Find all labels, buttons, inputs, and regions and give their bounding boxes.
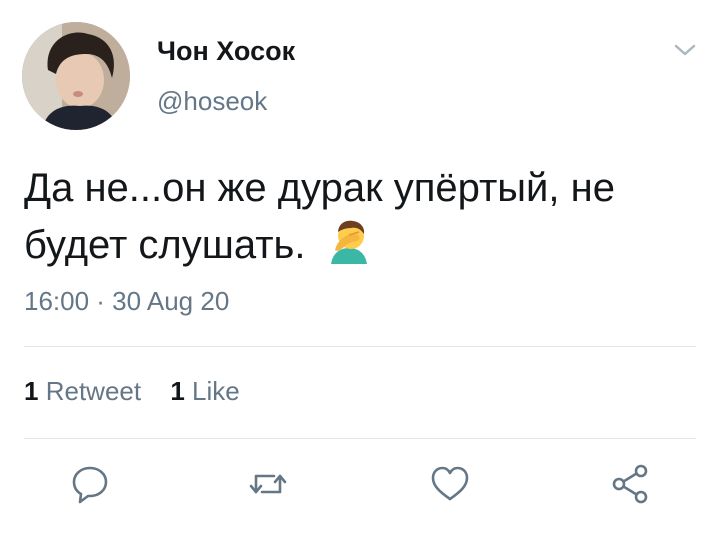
tweet-timestamp[interactable]: 16:00 · 30 Aug 20 xyxy=(24,286,229,317)
reply-icon[interactable] xyxy=(68,462,112,506)
likes-count: 1 xyxy=(170,376,185,406)
tweet-text: Да не...он же дурак упёртый, не будет сл… xyxy=(24,160,704,273)
retweets-count: 1 xyxy=(24,376,39,406)
tweet-stats: 1 Retweet 1 Like xyxy=(24,376,262,407)
display-name[interactable]: Чон Хосок xyxy=(157,36,295,67)
divider xyxy=(24,438,696,439)
retweet-icon[interactable] xyxy=(246,462,290,506)
heart-icon[interactable] xyxy=(428,462,472,506)
chevron-down-icon[interactable] xyxy=(672,40,698,60)
retweets-stat[interactable]: 1 Retweet xyxy=(24,376,141,407)
divider xyxy=(24,346,696,347)
likes-stat[interactable]: 1 Like xyxy=(170,376,239,407)
face-palm-emoji xyxy=(330,220,367,264)
user-handle[interactable]: @hoseok xyxy=(157,86,267,117)
tweet-card: Чон Хосок @hoseok Да не...он же дурак уп… xyxy=(0,0,720,536)
retweets-label: Retweet xyxy=(45,376,142,406)
likes-label: Like xyxy=(192,376,240,406)
avatar-photo xyxy=(22,22,130,130)
avatar[interactable] xyxy=(22,22,130,130)
tweet-text-body: Да не...он же дурак упёртый, не будет сл… xyxy=(24,166,615,267)
share-icon[interactable] xyxy=(608,462,652,506)
